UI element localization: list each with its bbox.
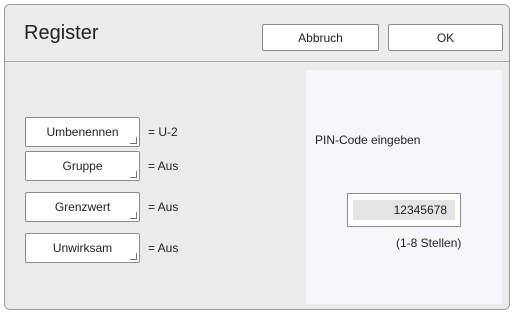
pin-label: PIN-Code eingeben bbox=[315, 133, 421, 147]
rename-button-label: Umbenennen bbox=[46, 125, 119, 139]
pin-value: 12345678 bbox=[353, 200, 455, 220]
inactive-button[interactable]: Unwirksam bbox=[25, 233, 140, 263]
inactive-value: = Aus bbox=[148, 241, 179, 255]
register-dialog: Register Abbruch OK Umbenennen = U-2 Gru… bbox=[4, 4, 510, 310]
cancel-button[interactable]: Abbruch bbox=[262, 24, 379, 51]
inactive-button-label: Unwirksam bbox=[52, 241, 113, 255]
corner-mark-icon bbox=[130, 253, 137, 260]
dialog-content: Umbenennen = U-2 Gruppe = Aus Grenzwert … bbox=[5, 62, 509, 309]
group-value: = Aus bbox=[148, 159, 179, 173]
ok-button[interactable]: OK bbox=[388, 24, 503, 51]
pin-input[interactable]: 12345678 bbox=[347, 193, 461, 227]
rename-button[interactable]: Umbenennen bbox=[25, 117, 140, 147]
corner-mark-icon bbox=[130, 137, 137, 144]
group-button[interactable]: Gruppe bbox=[25, 151, 140, 181]
pin-panel: PIN-Code eingeben 12345678 (1-8 Stellen) bbox=[306, 70, 502, 304]
group-button-label: Gruppe bbox=[62, 159, 103, 173]
limit-button[interactable]: Grenzwert bbox=[25, 192, 140, 222]
dialog-title: Register bbox=[24, 22, 99, 44]
rename-value: = U-2 bbox=[148, 125, 178, 139]
pin-hint: (1-8 Stellen) bbox=[396, 236, 462, 250]
dialog-header: Register Abbruch OK bbox=[5, 5, 509, 62]
limit-button-label: Grenzwert bbox=[54, 200, 111, 214]
corner-mark-icon bbox=[130, 171, 137, 178]
limit-value: = Aus bbox=[148, 200, 179, 214]
corner-mark-icon bbox=[130, 212, 137, 219]
